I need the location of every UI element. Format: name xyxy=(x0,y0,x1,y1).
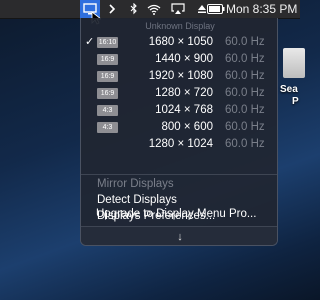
refresh-rate: 60.0 Hz xyxy=(225,70,265,82)
resolution-item[interactable]: ✓ 16:10 1680 × 1050 60.0 Hz xyxy=(81,34,277,51)
scroll-down-icon: ↓ xyxy=(177,231,183,243)
menu-separator xyxy=(81,174,277,175)
resolution-item[interactable]: 1280 × 1024 60.0 Hz xyxy=(81,136,277,153)
resolution-value: 1680 × 1050 xyxy=(148,36,213,48)
resolution-item[interactable]: 4:3 800 × 600 60.0 Hz xyxy=(81,119,277,136)
airplay-icon[interactable] xyxy=(170,0,186,18)
aspect-ratio-badge: 16:9 xyxy=(97,88,118,99)
desktop-drive-icon[interactable] xyxy=(283,48,305,78)
desktop-icon-label[interactable]: Sea P xyxy=(280,84,320,108)
resolution-value: 1920 × 1080 xyxy=(148,70,213,82)
detect-displays-item[interactable]: Detect Displays xyxy=(97,193,177,208)
aspect-ratio-badge: 4:3 xyxy=(97,122,118,133)
resolution-value: 1440 × 900 xyxy=(155,53,213,65)
chevron-right-icon[interactable] xyxy=(106,0,118,18)
display-name-header: Unknown Display xyxy=(145,21,215,31)
menu-bar: Mon 8:35 PM xyxy=(0,0,300,19)
upgrade-display-menu-pro-item[interactable]: Upgrade to Display Menu Pro... xyxy=(96,207,256,222)
resolution-value: 1280 × 720 xyxy=(155,87,213,99)
aspect-ratio-badge: 4:3 xyxy=(97,105,118,116)
resolution-item[interactable]: 16:9 1920 × 1080 60.0 Hz xyxy=(81,68,277,85)
checkmark-icon: ✓ xyxy=(85,36,95,48)
bluetooth-icon[interactable] xyxy=(128,0,140,18)
aspect-ratio-badge: 16:10 xyxy=(97,37,118,48)
resolution-item[interactable]: 16:9 1440 × 900 60.0 Hz xyxy=(81,51,277,68)
refresh-rate: 60.0 Hz xyxy=(225,138,265,150)
menubar-clock[interactable]: Mon 8:35 PM xyxy=(226,0,300,18)
refresh-rate: 60.0 Hz xyxy=(225,121,265,133)
scroll-down-arrow[interactable]: ↓ xyxy=(81,226,277,245)
battery-icon[interactable] xyxy=(206,0,226,18)
aspect-ratio-badge: 16:9 xyxy=(97,54,118,65)
resolution-value: 800 × 600 xyxy=(161,121,213,133)
refresh-rate: 60.0 Hz xyxy=(225,87,265,99)
refresh-rate: 60.0 Hz xyxy=(225,36,265,48)
resolution-item[interactable]: 4:3 1024 × 768 60.0 Hz xyxy=(81,102,277,119)
wifi-icon[interactable] xyxy=(146,0,162,18)
mirror-displays-item: Mirror Displays xyxy=(97,178,174,190)
aspect-ratio-badge: 16:9 xyxy=(97,71,118,82)
refresh-rate: 60.0 Hz xyxy=(225,104,265,116)
refresh-rate: 60.0 Hz xyxy=(225,53,265,65)
resolution-value: 1280 × 1024 xyxy=(148,138,213,150)
resolution-value: 1024 × 768 xyxy=(155,104,213,116)
resolution-item[interactable]: 16:9 1280 × 720 60.0 Hz xyxy=(81,85,277,102)
